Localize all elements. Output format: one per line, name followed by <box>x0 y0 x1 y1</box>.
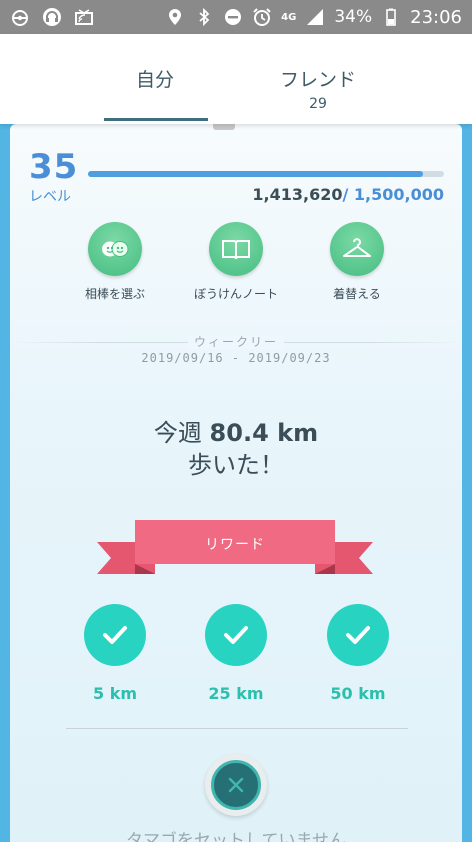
reward-milestone: 25 km <box>196 604 276 703</box>
active-tab-indicator <box>104 118 208 121</box>
tab-self-label: 自分 <box>135 69 174 91</box>
alarm-icon <box>252 7 272 27</box>
hanger-icon <box>330 222 384 276</box>
do-not-disturb-icon <box>223 7 243 27</box>
xp-readout: 1,413,620/ 1,500,000 <box>252 185 444 204</box>
status-bar: 4G 34% 23:06 <box>0 0 472 34</box>
choose-buddy-label: 相棒を選ぶ <box>84 287 145 301</box>
reward-milestone: 50 km <box>318 604 398 703</box>
xp-progress-bar <box>88 171 444 177</box>
xp-max: / 1,500,000 <box>342 185 445 204</box>
checkmark-icon <box>205 604 267 666</box>
reward-distance-label: 25 km <box>208 684 264 703</box>
weekly-distance-summary: 今週 80.4 km 歩いた！ <box>10 417 462 481</box>
tab-friends[interactable]: フレンド 29 <box>258 34 378 124</box>
journal-label: ぼうけんノート <box>193 287 278 301</box>
journal-book-icon <box>209 222 263 276</box>
clock: 23:06 <box>410 6 462 28</box>
tab-bar: 自分 フレンド 29 <box>0 34 472 124</box>
tab-friends-label: フレンド <box>279 69 356 91</box>
buddy-icon <box>88 222 142 276</box>
bluetooth-icon <box>194 7 214 27</box>
weekly-title: ウィークリー <box>10 333 462 350</box>
rewards-label: リワード <box>205 537 265 553</box>
xp-progress-fill <box>88 171 424 177</box>
close-icon <box>211 760 261 810</box>
xp-current: 1,413,620 <box>252 185 343 204</box>
tab-self[interactable]: 自分 <box>96 34 214 124</box>
network-type-label: 4G <box>281 11 297 23</box>
change-outfit-button[interactable]: 着替える <box>302 222 412 302</box>
friends-count: 29 <box>309 96 327 112</box>
reward-distance-label: 50 km <box>330 684 386 703</box>
level-label: レベル <box>29 189 71 205</box>
rewards-ribbon: リワード <box>97 520 373 582</box>
journal-button[interactable]: ぼうけんノート <box>181 222 291 302</box>
walked-suffix: 歩いた！ <box>188 451 284 479</box>
battery-icon <box>381 7 401 27</box>
headphones-icon <box>42 7 62 27</box>
weekly-distance-line: 今週 80.4 km <box>10 417 462 449</box>
scroll-handle <box>213 124 235 130</box>
cast-icon <box>74 7 94 27</box>
reward-distance-label: 5 km <box>92 684 137 703</box>
profile-card: 35 レベル 1,413,620/ 1,500,000 相棒を選ぶ ぼうけんノー… <box>10 124 462 842</box>
walked-prefix: 今週 <box>153 419 210 447</box>
change-outfit-label: 着替える <box>333 287 381 301</box>
level-number: 35 <box>29 147 79 187</box>
checkmark-icon <box>327 604 389 666</box>
walked-distance: 80.4 km <box>209 419 319 447</box>
reward-milestone: 5 km <box>75 604 155 703</box>
pokemon-go-notification-icon <box>10 7 30 27</box>
section-divider <box>66 728 408 729</box>
signal-icon <box>305 7 325 27</box>
set-egg-button[interactable] <box>205 754 267 816</box>
weekly-title-text: ウィークリー <box>187 335 284 349</box>
checkmark-icon <box>84 604 146 666</box>
no-egg-message: タマゴをセットしていません <box>126 831 346 842</box>
battery-percent: 34% <box>334 7 373 27</box>
choose-buddy-button[interactable]: 相棒を選ぶ <box>60 222 170 302</box>
weekly-date-range: 2019/09/16 - 2019/09/23 <box>141 351 331 365</box>
location-icon <box>165 7 185 27</box>
